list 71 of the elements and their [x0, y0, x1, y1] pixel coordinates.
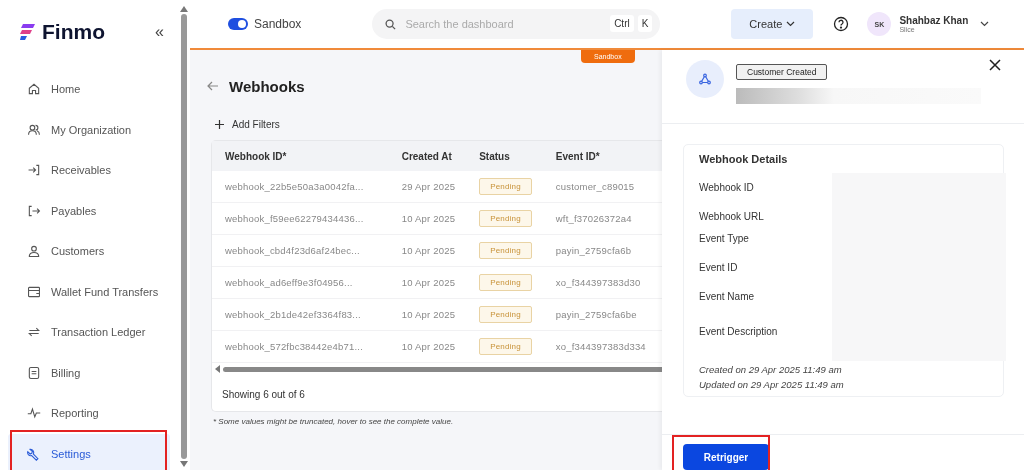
column-header[interactable]: Webhook ID*	[212, 141, 389, 171]
sandbox-toggle[interactable]: Sandbox	[228, 17, 302, 31]
nav-item[interactable]: Home	[8, 69, 170, 110]
field-label: Event Description	[699, 325, 778, 337]
table-cell: 10 Apr 2025	[388, 266, 467, 299]
people-icon	[27, 122, 41, 137]
event-badge: Customer Created	[736, 64, 828, 80]
nav-item[interactable]: Receivables	[8, 150, 170, 191]
table-cell: webhook_ad6eff9e3f04956...	[212, 266, 389, 299]
table-cell: webhook_f59ee62279434436...	[212, 202, 389, 235]
table-cell: 10 Apr 2025	[388, 202, 467, 235]
wrench-icon	[27, 446, 41, 461]
field-label: Event Name	[699, 290, 755, 302]
updated-timestamp: Updated on 29 Apr 2025 11:49 am	[699, 378, 844, 390]
nav-item[interactable]: My Organization	[8, 109, 170, 150]
chevron-down-icon	[786, 21, 796, 27]
nav-item[interactable]: Customers	[8, 231, 170, 272]
retrigger-button[interactable]: Retrigger	[683, 444, 769, 470]
in-icon	[27, 163, 41, 178]
bill-icon	[27, 365, 41, 380]
status-badge: Pending	[479, 338, 532, 355]
nav-item[interactable]: Reporting	[8, 393, 170, 434]
wallet-icon	[27, 284, 41, 299]
field-label: Event ID	[699, 261, 738, 273]
status-badge: Pending	[479, 306, 532, 323]
table-cell: 10 Apr 2025	[388, 298, 467, 331]
home-icon	[27, 82, 41, 97]
table-cell: webhook_cbd4f23d6af24bec...	[212, 234, 389, 267]
webhook-icon	[686, 60, 724, 98]
collapse-button[interactable]: «	[155, 23, 164, 41]
status-badge: Pending	[479, 178, 532, 195]
column-header[interactable]: Event ID*	[542, 141, 662, 171]
nav-item[interactable]: Billing	[8, 352, 170, 393]
pulse-icon	[27, 406, 41, 421]
row-count: Showing 6 out of 6	[222, 389, 305, 400]
created-timestamp: Created on 29 Apr 2025 11:49 am	[699, 363, 842, 375]
table-cell: 10 Apr 2025	[388, 330, 467, 363]
shortcut-key: Ctrl	[610, 15, 634, 32]
create-button[interactable]: Create	[731, 9, 814, 39]
person-icon	[27, 244, 41, 259]
field-label: Webhook URL	[699, 210, 764, 222]
close-icon[interactable]	[988, 58, 1002, 72]
table-cell: webhook_22b5e50a3a0042fa...	[212, 171, 389, 203]
search-icon	[385, 19, 397, 30]
logo: Finmo	[42, 20, 106, 44]
table-cell: 10 Apr 2025	[388, 234, 467, 267]
plus-icon	[215, 120, 224, 129]
add-filters-button[interactable]: Add Filters	[211, 119, 280, 130]
status-badge: Pending	[479, 242, 532, 259]
nav-item[interactable]: Settings	[8, 433, 170, 470]
footnote: * Some values might be truncated, hover to see the complete value.	[213, 417, 455, 426]
out-icon	[27, 203, 41, 218]
column-header[interactable]: Created At	[388, 141, 467, 171]
nav-item[interactable]: Wallet Fund Transfers	[8, 271, 170, 312]
status-badge: Pending	[479, 274, 532, 291]
chevron-down-icon[interactable]	[980, 21, 990, 27]
section-title: Webhook Details	[699, 152, 789, 165]
status-badge: Pending	[479, 210, 532, 227]
nav-item[interactable]: Transaction Ledger	[8, 312, 170, 353]
field-label: Webhook ID	[699, 181, 754, 193]
table-cell: webhook_572fbc38442e4b71...	[212, 330, 389, 363]
field-label: Event Type	[699, 232, 749, 244]
user-name: Shahbaz Khan	[899, 15, 969, 26]
table-cell: 29 Apr 2025	[388, 171, 467, 203]
column-header[interactable]: Status	[466, 141, 543, 171]
logo-icon	[20, 23, 36, 41]
nav-item[interactable]: Payables	[8, 190, 170, 231]
table-cell: webhook_2b1de42ef3364f83...	[212, 298, 389, 331]
help-icon[interactable]	[833, 16, 850, 32]
back-arrow-icon[interactable]	[207, 80, 219, 92]
page-title: Webhooks	[229, 77, 305, 95]
